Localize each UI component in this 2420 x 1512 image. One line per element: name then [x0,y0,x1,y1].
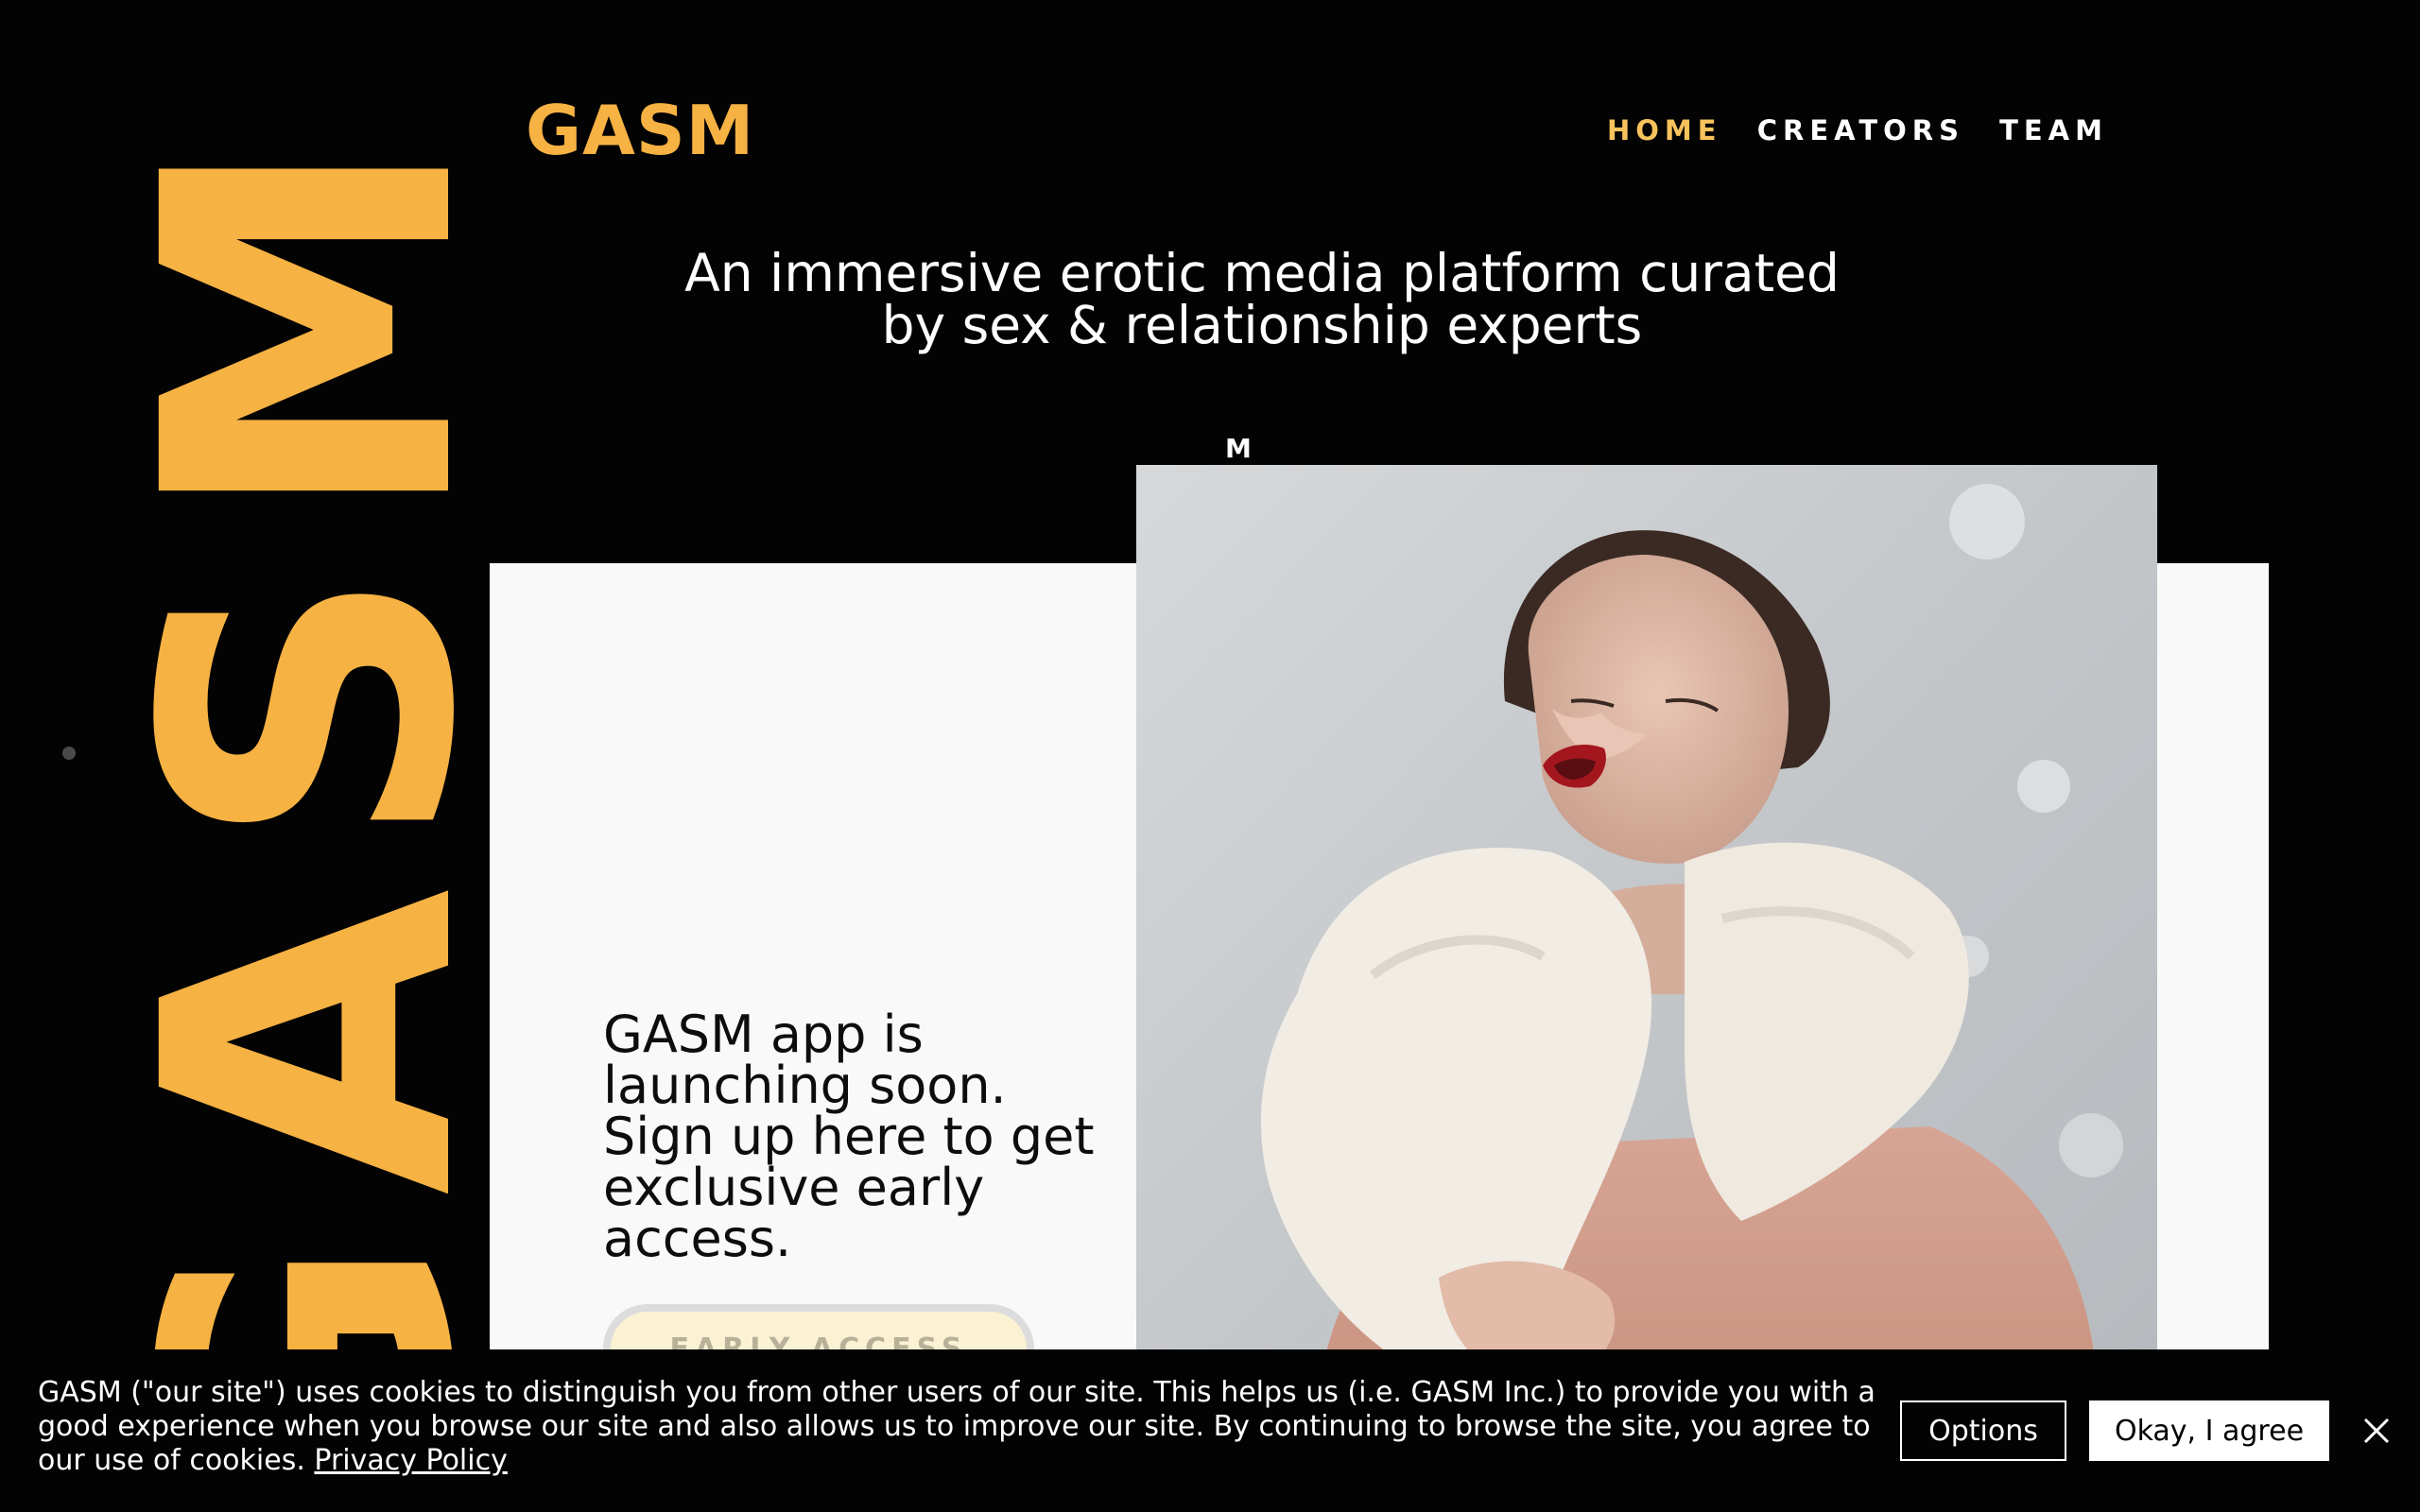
side-wordmark: GASM [80,94,543,1512]
cookie-banner: GASM ("our site") uses cookies to distin… [0,1349,2420,1512]
cookie-message: GASM ("our site") uses cookies to distin… [38,1376,1881,1478]
hero-tagline: An immersive erotic media platform curat… [605,248,1919,352]
launch-line-5: access. [603,1209,792,1268]
launch-message: GASM app is launching soon. Sign up here… [603,1009,1132,1264]
nav-item-creators[interactable]: CREATORS [1757,114,1964,146]
close-icon[interactable] [2358,1412,2395,1450]
tagline-line-2: by sex & relationship experts [881,295,1643,355]
nav-item-team[interactable]: TEAM [1999,114,2108,146]
tagline-line-1: An immersive erotic media platform curat… [684,243,1840,303]
nav-item-home[interactable]: HOME [1607,114,1722,146]
main-nav: HOME CREATORS TEAM [1607,112,2108,149]
site-logo[interactable]: GASM [526,91,754,170]
cookie-options-button[interactable]: Options [1900,1400,2066,1461]
launch-line-3: Sign up here to get [603,1107,1095,1166]
launch-line-2: launching soon. [603,1056,1007,1115]
cookie-agree-button[interactable]: Okay, I agree [2089,1400,2329,1461]
page: GASM GASM HOME CREATORS TEAM An immersiv… [0,0,2420,1512]
floating-glyph: M [1225,433,1252,464]
privacy-policy-link[interactable]: Privacy Policy [314,1444,507,1477]
launch-line-1: GASM app is [603,1005,924,1064]
scroll-indicator-dot[interactable] [62,747,76,760]
launch-line-4: exclusive early [603,1158,985,1217]
